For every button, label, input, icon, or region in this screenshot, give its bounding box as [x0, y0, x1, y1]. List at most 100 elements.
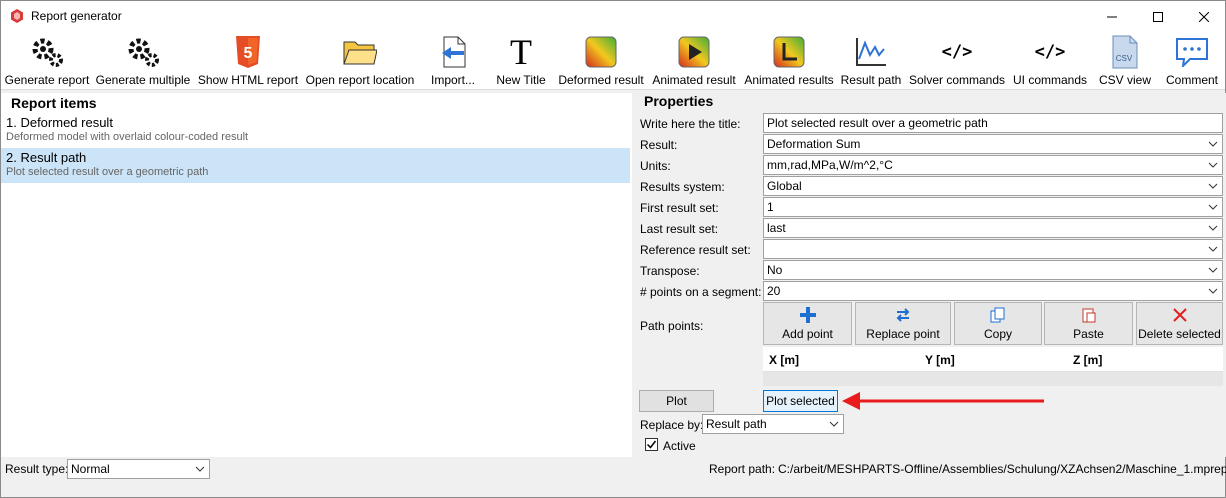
animated-result-button[interactable]: Animated result — [651, 32, 737, 90]
properties-header: Properties — [644, 93, 714, 109]
html5-icon: 5 — [230, 34, 266, 70]
maximize-button[interactable] — [1135, 1, 1181, 32]
report-path-label: Report path: — [709, 462, 776, 476]
transpose-dropdown[interactable]: No — [763, 260, 1223, 280]
generate-multiple-label: Generate multiple — [95, 73, 191, 87]
last-result-set-row: Last result set: last — [636, 218, 1226, 239]
code-icon: </> — [941, 42, 973, 62]
generate-report-label: Generate report — [4, 73, 90, 87]
report-item-title: 2. Result path — [6, 150, 87, 165]
solver-commands-button[interactable]: </> Solver commands — [908, 32, 1006, 90]
deformed-result-button[interactable]: Deformed result — [557, 32, 645, 90]
chevron-down-icon — [1208, 141, 1218, 147]
report-items-panel: Report items 1. Deformed result Deformed… — [1, 93, 632, 457]
report-path-value: C:/arbeit/MESHPARTS-Offline/Assemblies/S… — [778, 462, 1226, 476]
svg-text:5: 5 — [244, 45, 253, 62]
animated-results-button[interactable]: Animated results — [743, 32, 835, 90]
svg-text:CSV: CSV — [1116, 54, 1133, 63]
result-dropdown[interactable]: Deformation Sum — [763, 134, 1223, 154]
copy-icon — [990, 307, 1005, 323]
active-checkbox[interactable] — [645, 438, 658, 451]
chevron-down-icon — [1208, 162, 1218, 168]
comment-icon — [1174, 34, 1210, 70]
animated-results-icon — [771, 34, 807, 70]
title-icon: T — [510, 32, 532, 72]
show-html-report-button[interactable]: 5 Show HTML report — [197, 32, 299, 90]
first-result-set-value: 1 — [767, 200, 774, 214]
report-item-title: 1. Deformed result — [6, 115, 113, 130]
maximize-icon — [1153, 11, 1163, 22]
reference-result-set-label: Reference result set: — [640, 243, 751, 257]
delete-icon — [1172, 308, 1187, 322]
title-bar: Report generator — [1, 1, 1225, 32]
chevron-down-icon — [829, 421, 839, 427]
transpose-value: No — [767, 263, 783, 277]
report-item-result-path[interactable]: 2. Result path Plot selected result over… — [1, 148, 630, 183]
first-result-set-label: First result set: — [640, 201, 719, 215]
delete-selected-button[interactable]: Delete selected — [1136, 302, 1223, 345]
paste-button[interactable]: Paste — [1044, 302, 1133, 345]
open-report-location-label: Open report location — [305, 73, 415, 87]
csv-icon: CSV — [1107, 34, 1143, 70]
path-points-grid[interactable] — [763, 372, 1223, 386]
title-input[interactable]: Plot selected result over a geometric pa… — [763, 113, 1223, 133]
open-report-location-button[interactable]: Open report location — [304, 32, 416, 90]
reference-result-set-row: Reference result set: — [636, 239, 1226, 260]
generate-multiple-button[interactable]: Generate multiple — [95, 32, 191, 90]
annotation-arrow — [842, 392, 1044, 410]
minimize-button[interactable] — [1089, 1, 1135, 32]
paste-label: Paste — [1073, 327, 1104, 341]
points-on-segment-row: # points on a segment: 20 — [636, 281, 1226, 302]
close-button[interactable] — [1181, 1, 1226, 32]
properties-panel: Properties Write here the title: Plot se… — [636, 93, 1226, 457]
first-result-set-dropdown[interactable]: 1 — [763, 197, 1223, 217]
delete-selected-label: Delete selected — [1138, 327, 1221, 341]
active-label: Active — [663, 439, 696, 453]
chevron-down-icon — [1208, 246, 1218, 252]
results-system-dropdown[interactable]: Global — [763, 176, 1223, 196]
copy-button[interactable]: Copy — [954, 302, 1042, 345]
plot-selected-button[interactable]: Plot selected — [763, 390, 838, 412]
report-item-deformed-result[interactable]: 1. Deformed result Deformed model with o… — [1, 113, 630, 148]
title-row: Write here the title: Plot selected resu… — [636, 113, 1226, 134]
reference-result-set-dropdown[interactable] — [763, 239, 1223, 259]
paste-icon — [1082, 308, 1095, 323]
new-title-button[interactable]: T New Title — [493, 32, 549, 90]
add-point-button[interactable]: Add point — [763, 302, 852, 345]
units-dropdown[interactable]: mm,rad,MPa,W/m^2,°C — [763, 155, 1223, 175]
column-x: X [m] — [769, 353, 799, 367]
chevron-down-icon — [1208, 204, 1218, 210]
column-z: Z [m] — [1073, 353, 1103, 367]
comment-button[interactable]: Comment — [1161, 32, 1223, 90]
plot-button[interactable]: Plot — [639, 390, 714, 412]
new-title-label: New Title — [496, 73, 546, 87]
csv-view-label: CSV view — [1098, 73, 1151, 87]
window-title: Report generator — [31, 9, 122, 23]
chevron-down-icon — [195, 466, 205, 472]
result-path-label: Result path — [840, 73, 902, 87]
generate-report-button[interactable]: Generate report — [5, 32, 89, 90]
result-path-button[interactable]: Result path — [840, 32, 902, 90]
result-type-dropdown[interactable]: Normal — [67, 459, 210, 479]
report-item-description: Deformed model with overlaid colour-code… — [6, 131, 249, 143]
import-button[interactable]: Import... — [425, 32, 481, 90]
import-icon — [435, 34, 471, 70]
chevron-down-icon — [1208, 288, 1218, 294]
import-label: Import... — [430, 73, 475, 87]
report-item-description: Plot selected result over a geometric pa… — [6, 166, 209, 178]
ui-commands-button[interactable]: </> UI commands — [1011, 32, 1089, 90]
last-result-set-dropdown[interactable]: last — [763, 218, 1223, 238]
replace-by-dropdown[interactable]: Result path — [702, 414, 844, 434]
csv-view-button[interactable]: CSV CSV view — [1095, 32, 1155, 90]
results-system-row: Results system: Global — [636, 176, 1226, 197]
ui-commands-label: UI commands — [1012, 73, 1088, 87]
animated-result-label: Animated result — [652, 73, 736, 87]
gears-icon — [29, 34, 65, 70]
points-on-segment-dropdown[interactable]: 20 — [763, 281, 1223, 301]
plus-icon — [799, 307, 816, 323]
code-icon: </> — [1034, 42, 1066, 62]
app-icon — [11, 9, 23, 23]
replace-point-button[interactable]: Replace point — [855, 302, 951, 345]
minimize-icon — [1107, 16, 1117, 17]
deformed-result-label: Deformed result — [558, 73, 644, 87]
